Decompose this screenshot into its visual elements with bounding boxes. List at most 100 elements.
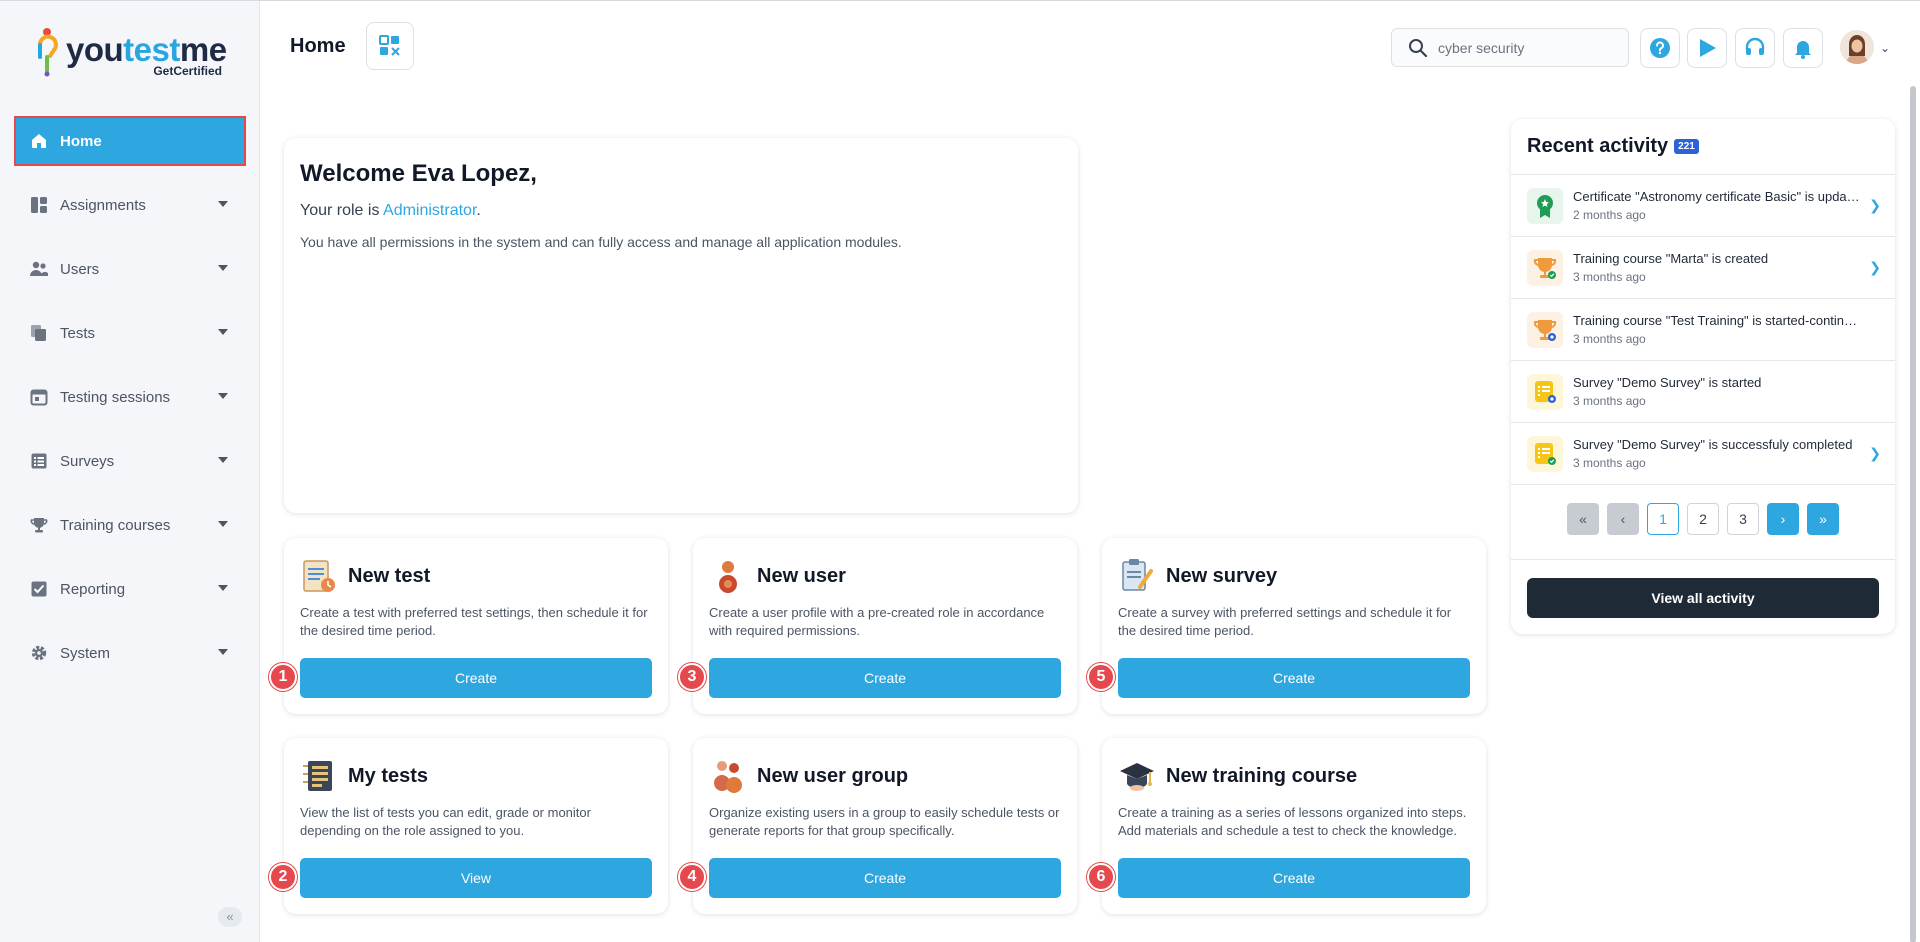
help-icon xyxy=(1650,38,1670,58)
logo-mark-icon xyxy=(38,28,58,77)
user-figure-icon xyxy=(709,557,747,595)
certificate-icon xyxy=(1527,187,1563,224)
sidebar-item-home[interactable]: Home xyxy=(14,116,246,166)
chevron-down-icon xyxy=(218,265,228,271)
card-title: New user xyxy=(757,564,846,587)
home-icon xyxy=(30,132,48,150)
widgets-icon xyxy=(379,35,400,56)
activity-text: Training course "Marta" is created xyxy=(1573,251,1769,266)
bell-icon xyxy=(1795,41,1811,59)
sidebar-nav: Home Assignments Users Tests Testing ses… xyxy=(14,116,246,694)
view-all-activity-button[interactable]: View all activity xyxy=(1527,578,1879,618)
user-group-icon xyxy=(709,757,747,795)
activity-text: Training course "Test Training" is start… xyxy=(1573,313,1863,328)
trophy-icon xyxy=(1527,311,1563,348)
welcome-card: Welcome Eva Lopez, Your role is Administ… xyxy=(284,138,1078,513)
last-page-button[interactable]: » xyxy=(1807,503,1839,535)
collapse-sidebar-button[interactable]: « xyxy=(218,907,242,927)
card-title: New training course xyxy=(1166,764,1358,787)
activity-pagination: « ‹ 1 2 3 › » xyxy=(1511,503,1895,535)
first-page-button[interactable]: « xyxy=(1567,503,1599,535)
sidebar: youtestme GetCertified Home Assignments … xyxy=(0,1,260,942)
card-description: Create a test with preferred test settin… xyxy=(300,605,648,638)
customize-widgets-button[interactable] xyxy=(366,22,414,70)
sidebar-item-assignments[interactable]: Assignments xyxy=(16,182,244,228)
activity-time: 2 months ago xyxy=(1573,208,1646,222)
search-box xyxy=(1391,28,1629,67)
new-user-card: New user Create a user profile with a pr… xyxy=(693,538,1077,714)
avatar[interactable] xyxy=(1840,30,1874,64)
sidebar-item-training-courses[interactable]: Training courses xyxy=(16,502,244,548)
step-badge: 4 xyxy=(678,863,706,891)
search-input[interactable] xyxy=(1438,39,1618,56)
divider xyxy=(1511,559,1895,560)
create-user-group-button[interactable]: Create xyxy=(709,858,1061,898)
chevron-right-icon[interactable]: ❯ xyxy=(1869,259,1881,276)
tutorial-play-button[interactable] xyxy=(1687,28,1727,68)
create-test-button[interactable]: Create xyxy=(300,658,652,698)
role-link[interactable]: Administrator xyxy=(383,202,476,219)
welcome-greeting: Welcome Eva Lopez, xyxy=(300,160,537,187)
activity-item[interactable]: Survey "Demo Survey" is successfuly comp… xyxy=(1511,423,1895,485)
sidebar-item-label: Testing sessions xyxy=(60,388,171,406)
support-button[interactable] xyxy=(1735,28,1775,68)
headset-icon xyxy=(1745,37,1765,55)
prev-page-button[interactable]: ‹ xyxy=(1607,503,1639,535)
view-my-tests-button[interactable]: View xyxy=(300,858,652,898)
sidebar-item-system[interactable]: System xyxy=(16,630,244,676)
chevron-down-icon xyxy=(218,649,228,655)
report-icon xyxy=(30,580,48,598)
survey-clipboard-icon xyxy=(1118,557,1156,595)
page-3-button[interactable]: 3 xyxy=(1727,503,1759,535)
trophy-icon xyxy=(1527,249,1563,286)
chevron-down-icon xyxy=(218,393,228,399)
search-icon xyxy=(1409,38,1428,57)
my-tests-card: My tests View the list of tests you can … xyxy=(284,738,668,914)
sidebar-item-testing-sessions[interactable]: Testing sessions xyxy=(16,374,244,420)
new-test-card: New test Create a test with preferred te… xyxy=(284,538,668,714)
sidebar-item-label: Training courses xyxy=(60,516,171,534)
survey-icon xyxy=(1527,435,1563,472)
chevron-down-icon xyxy=(218,521,228,527)
create-user-button[interactable]: Create xyxy=(709,658,1061,698)
card-description: Create a training as a series of lessons… xyxy=(1118,805,1467,838)
logo[interactable]: youtestme GetCertified xyxy=(34,27,234,83)
chevron-right-icon[interactable]: ❯ xyxy=(1869,197,1881,214)
card-title: My tests xyxy=(348,764,429,787)
activity-item[interactable]: Training course "Marta" is created 3 mon… xyxy=(1511,237,1895,299)
step-badge: 3 xyxy=(678,663,706,691)
page-1-button[interactable]: 1 xyxy=(1647,503,1679,535)
activity-item[interactable]: Survey "Demo Survey" is started 3 months… xyxy=(1511,361,1895,423)
page-2-button[interactable]: 2 xyxy=(1687,503,1719,535)
step-badge: 1 xyxy=(269,663,297,691)
next-page-button[interactable]: › xyxy=(1767,503,1799,535)
page-scrollbar[interactable] xyxy=(1910,86,1916,942)
create-survey-button[interactable]: Create xyxy=(1118,658,1470,698)
new-survey-card: New survey Create a survey with preferre… xyxy=(1102,538,1486,714)
chevron-right-icon[interactable]: ❯ xyxy=(1869,445,1881,462)
notifications-button[interactable] xyxy=(1783,28,1823,68)
sidebar-item-label: Reporting xyxy=(60,580,126,598)
activity-item[interactable]: Certificate "Astronomy certificate Basic… xyxy=(1511,175,1895,237)
help-button[interactable] xyxy=(1640,28,1680,68)
tests-icon xyxy=(30,324,48,342)
sidebar-item-label: Tests xyxy=(60,324,96,342)
activity-time: 3 months ago xyxy=(1573,270,1646,284)
activity-time: 3 months ago xyxy=(1573,456,1646,470)
activity-item[interactable]: Training course "Test Training" is start… xyxy=(1511,299,1895,361)
recent-activity-panel: Recent activity 221 Certificate "Astrono… xyxy=(1511,119,1895,634)
sidebar-item-reporting[interactable]: Reporting xyxy=(16,566,244,612)
play-icon xyxy=(1700,39,1716,57)
page-title: Home xyxy=(290,35,346,57)
create-training-course-button[interactable]: Create xyxy=(1118,858,1470,898)
graduation-cap-icon xyxy=(1118,757,1156,795)
sidebar-item-tests[interactable]: Tests xyxy=(16,310,244,356)
chevron-down-icon xyxy=(218,457,228,463)
sidebar-item-users[interactable]: Users xyxy=(16,246,244,292)
activity-text: Survey "Demo Survey" is successfuly comp… xyxy=(1573,437,1853,452)
sidebar-item-surveys[interactable]: Surveys xyxy=(16,438,244,484)
chevron-down-icon[interactable]: ⌄ xyxy=(1880,41,1890,55)
test-clipboard-icon xyxy=(300,557,338,595)
chevron-down-icon xyxy=(218,329,228,335)
card-description: View the list of tests you can edit, gra… xyxy=(300,805,591,838)
